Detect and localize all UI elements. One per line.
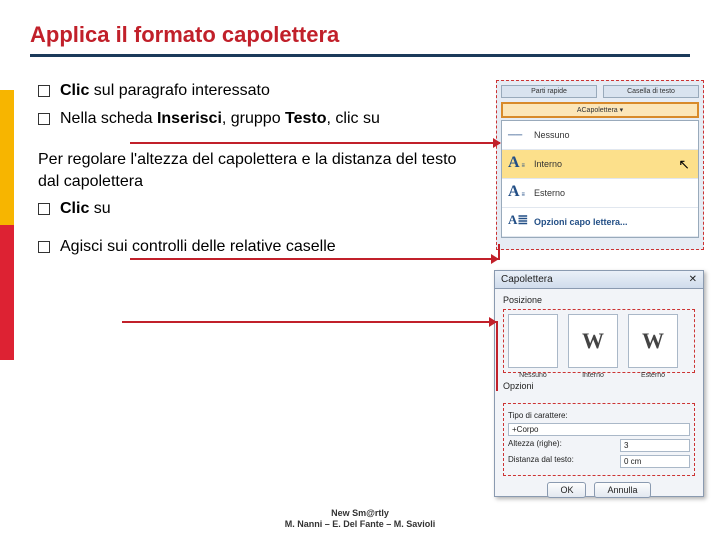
dropcap-menu: ── Nessuno A≡ Interno ↖ A≡ Esterno A≣ Op… [501,120,699,238]
thumb-none[interactable]: Nessuno [508,314,558,368]
body-text: Clic sul paragrafo interessato Nella sch… [38,80,468,264]
menu-item-esterno[interactable]: A≡ Esterno [502,179,698,208]
ribbon-quickparts[interactable]: Parti rapide [501,85,597,98]
distance-input[interactable]: 0 cm [620,455,690,468]
menu-item-interno[interactable]: A≡ Interno ↖ [502,150,698,179]
title-divider [30,54,690,57]
arrow-1 [130,142,500,144]
arrow-3 [122,321,496,323]
distance-label: Distanza dal testo: [508,455,574,468]
height-input[interactable]: 3 [620,439,690,452]
cancel-button[interactable]: Annulla [594,482,650,498]
bullet-icon [38,113,50,125]
menu-item-none[interactable]: ── Nessuno [502,121,698,150]
menu-item-options[interactable]: A≣ Opzioni capo lettera... [502,208,698,237]
bullet-icon [38,85,50,97]
dialog-titlebar: Capolettera ✕ [495,271,703,289]
close-icon[interactable]: ✕ [689,274,697,285]
slide-title: Applica il formato capolettera [30,22,690,48]
arrow-2 [130,258,498,260]
cursor-icon: ↖ [678,156,690,173]
ribbon-panel: Parti rapide Casella di testo ACapolette… [496,80,704,250]
font-label: Tipo di carattere: [508,411,568,420]
thumb-esterno[interactable]: WEsterno [628,314,678,368]
font-select[interactable]: +Corpo [508,423,690,436]
dropcap-dialog: Capolettera ✕ Posizione Nessuno WInterno… [494,270,704,497]
height-label: Altezza (righe): [508,439,562,452]
slide-footer: New Sm@rtly M. Nanni – E. Del Fante – M.… [0,508,720,530]
section-position: Posizione [503,295,695,305]
bullet-icon [38,241,50,253]
ok-button[interactable]: OK [547,482,586,498]
bullet-icon [38,203,50,215]
section-options: Opzioni [503,381,695,391]
ribbon-dropcap-button[interactable]: ACapolettera ▾ [501,102,699,118]
ribbon-textbox[interactable]: Casella di testo [603,85,699,98]
thumb-interno[interactable]: WInterno [568,314,618,368]
